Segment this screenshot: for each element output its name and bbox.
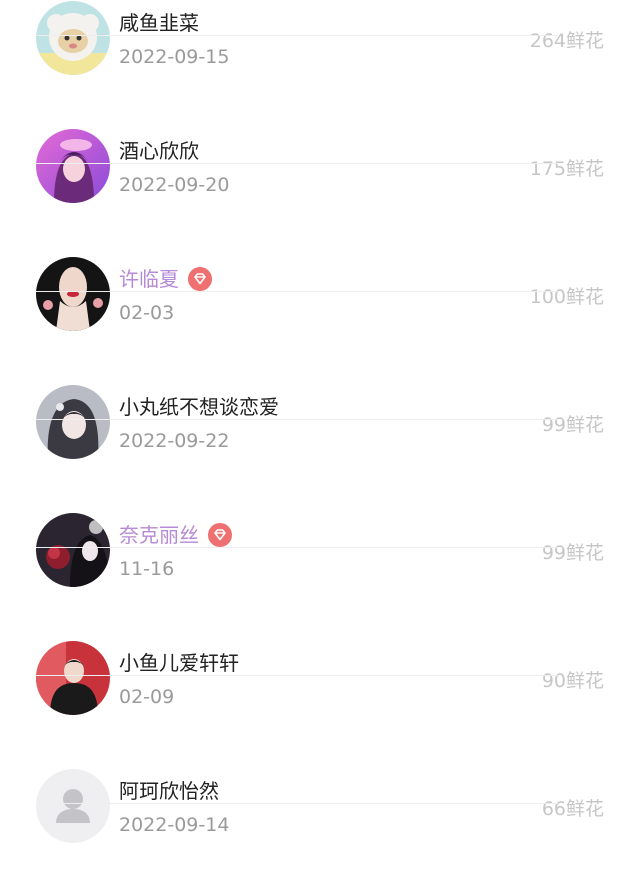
flower-count: 66鲜花 <box>541 798 604 820</box>
user-name[interactable]: 小鱼儿爱轩轩 <box>119 649 239 677</box>
list-item[interactable]: 酒心欣欣 2022-09-20 175鲜花 <box>0 36 640 203</box>
user-name[interactable]: 酒心欣欣 <box>119 137 199 165</box>
list-item[interactable]: 小鱼儿爱轩轩 02-09 90鲜花 <box>0 548 640 715</box>
list-item[interactable]: 奈克丽丝 11-16 99鲜花 <box>0 420 640 587</box>
user-name[interactable]: 小丸纸不想谈恋爱 <box>119 393 279 421</box>
user-name[interactable]: 奈克丽丝 <box>119 521 199 549</box>
user-name[interactable]: 许临夏 <box>119 265 179 293</box>
user-name[interactable]: 咸鱼韭菜 <box>119 9 199 37</box>
gift-ranking-list: 咸鱼韭菜 2022-09-15 264鲜花 酒心欣欣 2022-09-20 17… <box>0 0 640 843</box>
list-item[interactable]: 咸鱼韭菜 2022-09-15 264鲜花 <box>0 0 640 75</box>
avatar[interactable] <box>36 769 110 843</box>
vip-diamond-icon <box>208 523 232 547</box>
user-name[interactable]: 阿珂欣怡然 <box>119 777 219 805</box>
date: 2022-09-14 <box>119 814 230 836</box>
list-item[interactable]: 阿珂欣怡然 2022-09-14 66鲜花 <box>0 676 640 843</box>
list-item[interactable]: 小丸纸不想谈恋爱 2022-09-22 99鲜花 <box>0 292 640 459</box>
list-item[interactable]: 许临夏 02-03 100鲜花 <box>0 164 640 331</box>
divider <box>36 803 558 804</box>
vip-diamond-icon <box>188 267 212 291</box>
